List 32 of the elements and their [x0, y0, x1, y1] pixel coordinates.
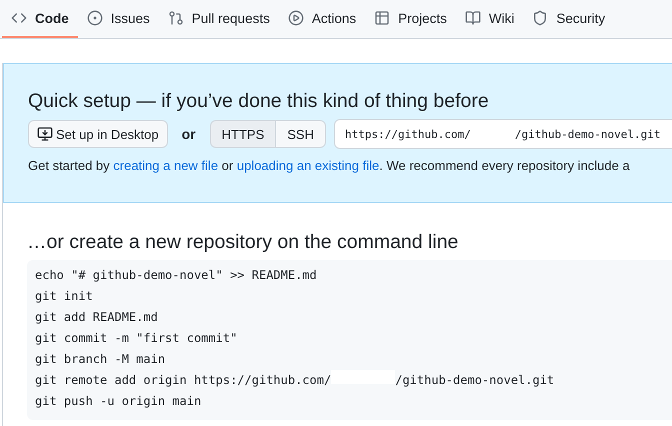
help-text: Get started by creating a new file or uploading an existing file. We recommend every repository include a [28, 158, 631, 173]
play-icon [288, 10, 304, 26]
pull-request-icon [168, 10, 184, 26]
code-line: git add README.md [35, 309, 158, 326]
code-line: git init [35, 288, 93, 305]
nav-tab[interactable]: Actions [278, 0, 366, 38]
nav-tab[interactable]: Projects [365, 0, 456, 38]
nav-tab[interactable]: Pull requests [158, 0, 279, 38]
protocol-tab[interactable]: SSH [275, 120, 326, 148]
circle-dot-icon [86, 10, 103, 26]
section-heading: Quick setup — if you’ve done this kind of thing before [28, 90, 490, 113]
desktop-download-icon [37, 126, 53, 142]
code-line: /github-demo-novel.git [395, 372, 554, 389]
nav-tab[interactable]: Code [2, 0, 78, 38]
code-line: echo "# github-demo-novel" >> README.md [35, 267, 317, 284]
nav-tab[interactable]: Issues [78, 0, 159, 38]
or-label: or [182, 126, 196, 142]
section-heading: …or create a new repository on the command line [27, 231, 460, 254]
shield-icon [532, 10, 548, 26]
code-line: git remote add origin https://github.com/ [35, 372, 332, 389]
protocol-tab[interactable]: HTTPS [210, 120, 276, 148]
help-link[interactable]: uploading an existing file [236, 158, 380, 173]
clone-url-field[interactable]: https://github.com/ /github-demo-novel.git [334, 119, 672, 149]
nav-tab[interactable]: Wiki [456, 0, 524, 38]
code-line: git commit -m "first commit" [35, 330, 238, 347]
table-icon [374, 10, 390, 26]
desktop-button[interactable]: Set up in Desktop [28, 120, 168, 148]
book-icon [464, 10, 481, 26]
code-line: git push -u origin main [35, 393, 202, 410]
code-line: git branch -M main [35, 351, 166, 368]
nav-tab[interactable]: Security [523, 0, 614, 38]
help-link[interactable]: creating a new file [113, 158, 218, 173]
